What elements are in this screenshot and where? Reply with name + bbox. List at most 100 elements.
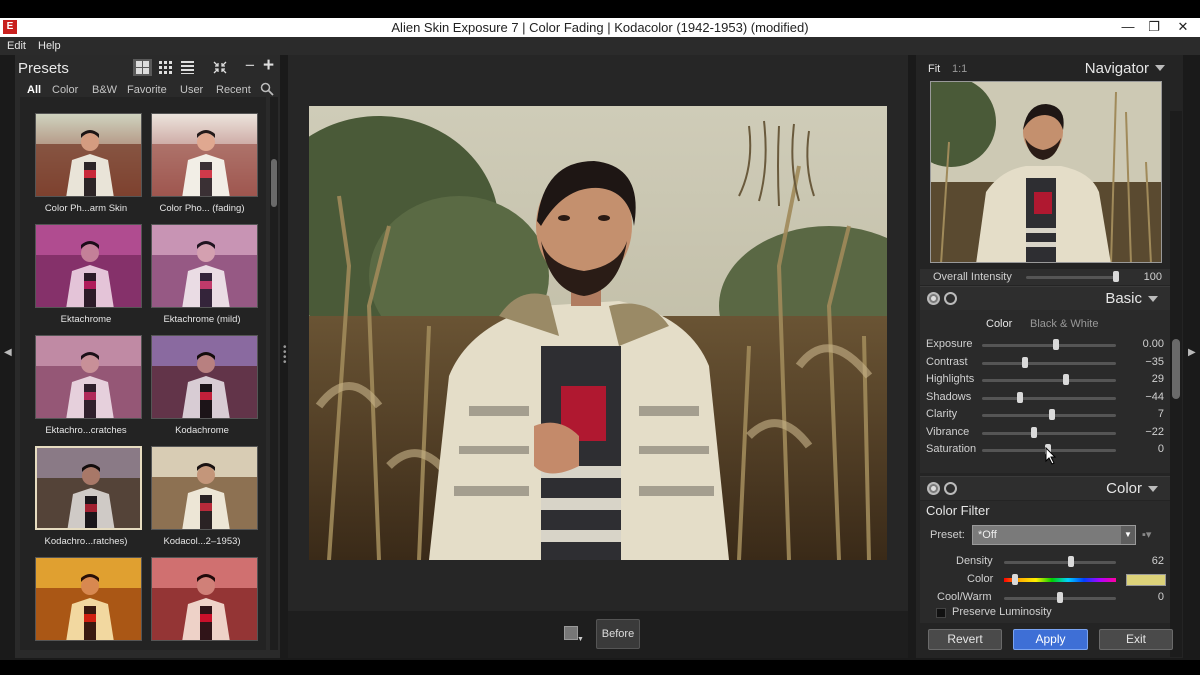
hue-slider[interactable] [1004,578,1116,582]
main-photo[interactable] [309,106,887,560]
slider-track[interactable] [982,361,1116,365]
slider-knob[interactable] [1016,391,1023,403]
slider-label: Saturation [926,443,977,455]
density-slider[interactable] [1004,561,1116,564]
intensity-slider-knob[interactable] [1113,271,1119,282]
small-grid-view-icon[interactable] [156,59,175,76]
panel-splitter[interactable]: • • • • [283,343,287,368]
preset-thumb[interactable] [148,557,258,650]
preset-thumb[interactable]: Color Pho... (fading) [148,113,258,219]
slider-row-clarity: Clarity 7 [920,406,1172,423]
reset-basic-icon[interactable] [944,292,957,305]
left-panel-toggle-icon[interactable]: ◀ [4,347,12,358]
close-button[interactable]: ✕ [1170,18,1196,37]
slider-value: 0 [1157,443,1164,455]
coolwarm-row: Cool/Warm 0 [920,589,1172,606]
mouse-cursor-icon [1045,447,1057,465]
preset-thumb-selected[interactable]: Kodachro...ratches) [32,446,142,552]
apply-button[interactable]: Apply [1013,629,1088,650]
slider-track[interactable] [982,344,1116,347]
preset-caption: Ektachrome [60,314,112,325]
tab-recent[interactable]: Recent [216,84,251,96]
collapse-icon[interactable] [210,59,229,76]
presets-scrollbar[interactable] [270,97,278,650]
tab-basic-color[interactable]: Color [986,318,1012,330]
revert-button[interactable]: Revert [928,629,1002,650]
color-filter-title: Color Filter [926,503,990,518]
right-panel-toggle-icon[interactable]: ▶ [1188,347,1196,358]
color-preset-select[interactable]: *Off ▼ [972,525,1136,545]
minimize-button[interactable]: — [1115,18,1141,37]
slider-track[interactable] [982,396,1116,400]
preset-caption: Kodachro...ratches) [44,536,128,547]
before-button[interactable]: Before [596,619,640,649]
toggle-color-icon[interactable] [927,482,940,495]
maximize-button[interactable]: ❐ [1141,18,1167,37]
adjustments-scrollbar[interactable] [1170,111,1182,657]
preset-thumb[interactable]: Ektachrome [32,224,142,330]
navigator-header: Fit 1:1 Navigator [916,55,1183,81]
preset-thumb[interactable]: Kodachrome [148,335,258,441]
menu-bar: Edit Help [0,37,1200,55]
preset-thumb[interactable]: Kodacol...2–1953) [148,446,258,552]
reset-color-icon[interactable] [944,482,957,495]
slider-track[interactable] [982,379,1116,382]
slider-knob[interactable] [1052,339,1059,350]
preset-thumb[interactable]: Color Ph...arm Skin [32,113,142,219]
hue-slider-knob[interactable] [1012,574,1019,585]
tab-basic-bw[interactable]: Black & White [1030,318,1098,330]
preset-caption: Kodachrome [175,425,229,436]
list-view-icon[interactable] [178,59,197,76]
zoom-fit-button[interactable]: Fit [928,63,940,75]
tab-user[interactable]: User [180,84,203,96]
tab-bw[interactable]: B&W [92,84,117,96]
zoom-1to1-button[interactable]: 1:1 [952,63,967,75]
tab-color[interactable]: Color [52,84,78,96]
slider-row-shadows: Shadows −44 [920,389,1172,406]
large-grid-view-icon[interactable] [133,59,152,76]
density-slider-knob[interactable] [1068,556,1075,567]
slider-knob[interactable] [1063,374,1070,385]
search-icon[interactable] [260,82,274,96]
preset-menu-icon[interactable]: ▪▾ [1142,528,1151,541]
slider-value: 7 [1157,408,1164,420]
preset-thumb[interactable] [32,557,142,650]
preserve-luminosity-label: Preserve Luminosity [952,606,1052,618]
color-swatch[interactable] [1126,574,1166,586]
slider-label: Contrast [926,355,968,368]
color-row: Color [920,571,1172,588]
menu-help[interactable]: Help [38,40,61,52]
slider-label: Shadows [926,390,972,403]
slider-row-highlights: Highlights 29 [920,371,1172,388]
color-filter-panel: Color Filter Preset: *Off ▼ ▪▾ Density 6… [920,501,1172,623]
preset-thumb[interactable]: Ektachrome (mild) [148,224,258,330]
slider-label: Highlights [926,373,975,385]
slider-knob[interactable] [1031,426,1038,438]
slider-track[interactable] [982,431,1116,435]
presets-title: Presets [18,60,69,77]
toggle-basic-icon[interactable] [927,292,940,305]
density-row: Density 62 [920,553,1172,570]
intensity-slider[interactable] [1026,276,1116,279]
slider-knob[interactable] [1021,356,1028,368]
slider-knob[interactable] [1048,409,1055,420]
workspace: Presets − + All Color B&W Favorite User … [0,55,1200,660]
preserve-luminosity-checkbox[interactable] [936,608,946,618]
intensity-label: Overall Intensity [933,271,1012,283]
menu-edit[interactable]: Edit [7,40,26,52]
exit-button[interactable]: Exit [1099,629,1173,650]
slider-value: 0.00 [1142,338,1164,350]
tab-favorite[interactable]: Favorite [127,84,167,96]
remove-preset-button[interactable]: − [245,56,255,76]
slider-row-exposure: Exposure 0.00 [920,336,1172,353]
chevron-down-icon[interactable] [1148,486,1158,492]
add-preset-button[interactable]: + [263,55,274,77]
coolwarm-slider-knob[interactable] [1057,592,1063,603]
background-color-button[interactable]: ▼ [562,624,584,644]
chevron-down-icon[interactable] [1155,65,1165,71]
chevron-down-icon[interactable] [1148,296,1158,302]
tab-all[interactable]: All [27,84,41,96]
preset-thumb[interactable]: Ektachro...cratches [32,335,142,441]
navigator-preview[interactable] [930,81,1162,263]
overall-intensity-row: Overall Intensity 100 [920,269,1172,285]
